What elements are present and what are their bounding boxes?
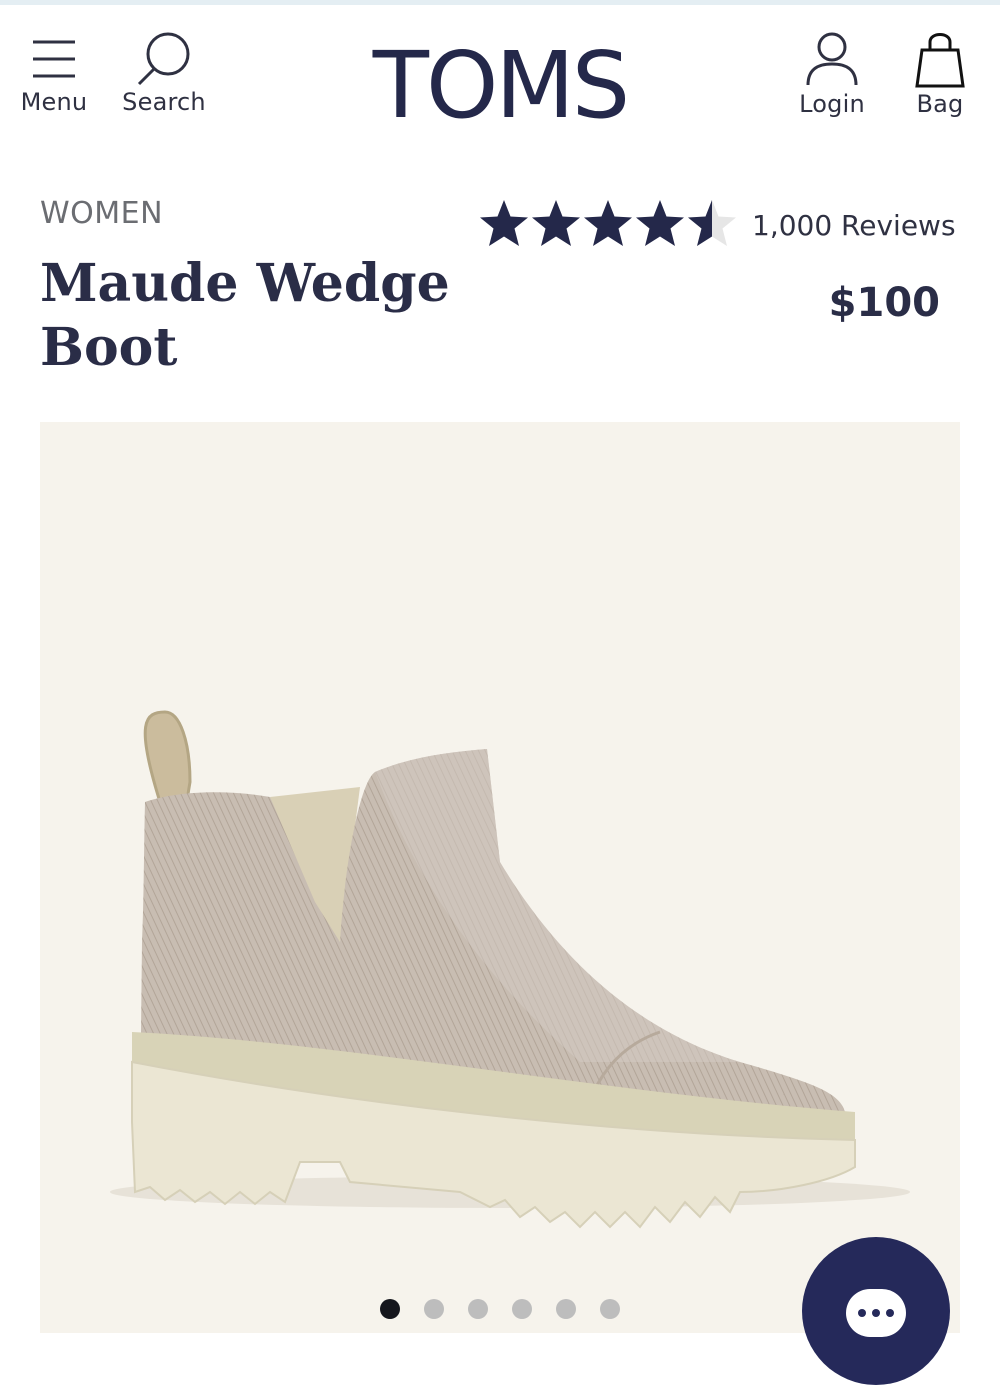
menu-label: Menu xyxy=(20,88,88,116)
toms-logo[interactable]: TOMS xyxy=(368,38,632,134)
search-icon xyxy=(137,32,190,86)
product-price: $100 xyxy=(828,280,940,326)
bag-button[interactable]: Bag xyxy=(904,30,976,118)
search-label: Search xyxy=(122,88,206,116)
product-image-boot xyxy=(110,710,910,1229)
gallery-dot-6[interactable] xyxy=(600,1299,620,1319)
chat-icon xyxy=(846,1289,906,1337)
product-category[interactable]: WOMEN xyxy=(40,196,163,231)
gallery-dot-3[interactable] xyxy=(468,1299,488,1319)
search-button[interactable]: Search xyxy=(116,30,212,116)
star-rating[interactable] xyxy=(478,198,738,250)
product-image-gallery[interactable] xyxy=(40,422,960,1333)
login-label: Login xyxy=(799,90,865,118)
gallery-dot-2[interactable] xyxy=(424,1299,444,1319)
login-button[interactable]: Login xyxy=(792,30,872,118)
gallery-dot-4[interactable] xyxy=(512,1299,532,1319)
gallery-pagination xyxy=(380,1299,644,1319)
chat-button[interactable] xyxy=(802,1237,950,1385)
gallery-dot-1[interactable] xyxy=(380,1299,400,1319)
bag-label: Bag xyxy=(916,90,964,118)
top-status-line xyxy=(0,0,1000,5)
gallery-dot-5[interactable] xyxy=(556,1299,576,1319)
reviews-link[interactable]: 1,000 Reviews xyxy=(752,209,956,242)
bag-icon xyxy=(915,33,965,88)
user-icon xyxy=(806,32,858,86)
star-icon xyxy=(480,200,736,246)
product-title: Maude Wedge Boot xyxy=(40,253,450,378)
menu-button[interactable]: Menu xyxy=(14,38,94,116)
menu-icon xyxy=(33,40,75,78)
